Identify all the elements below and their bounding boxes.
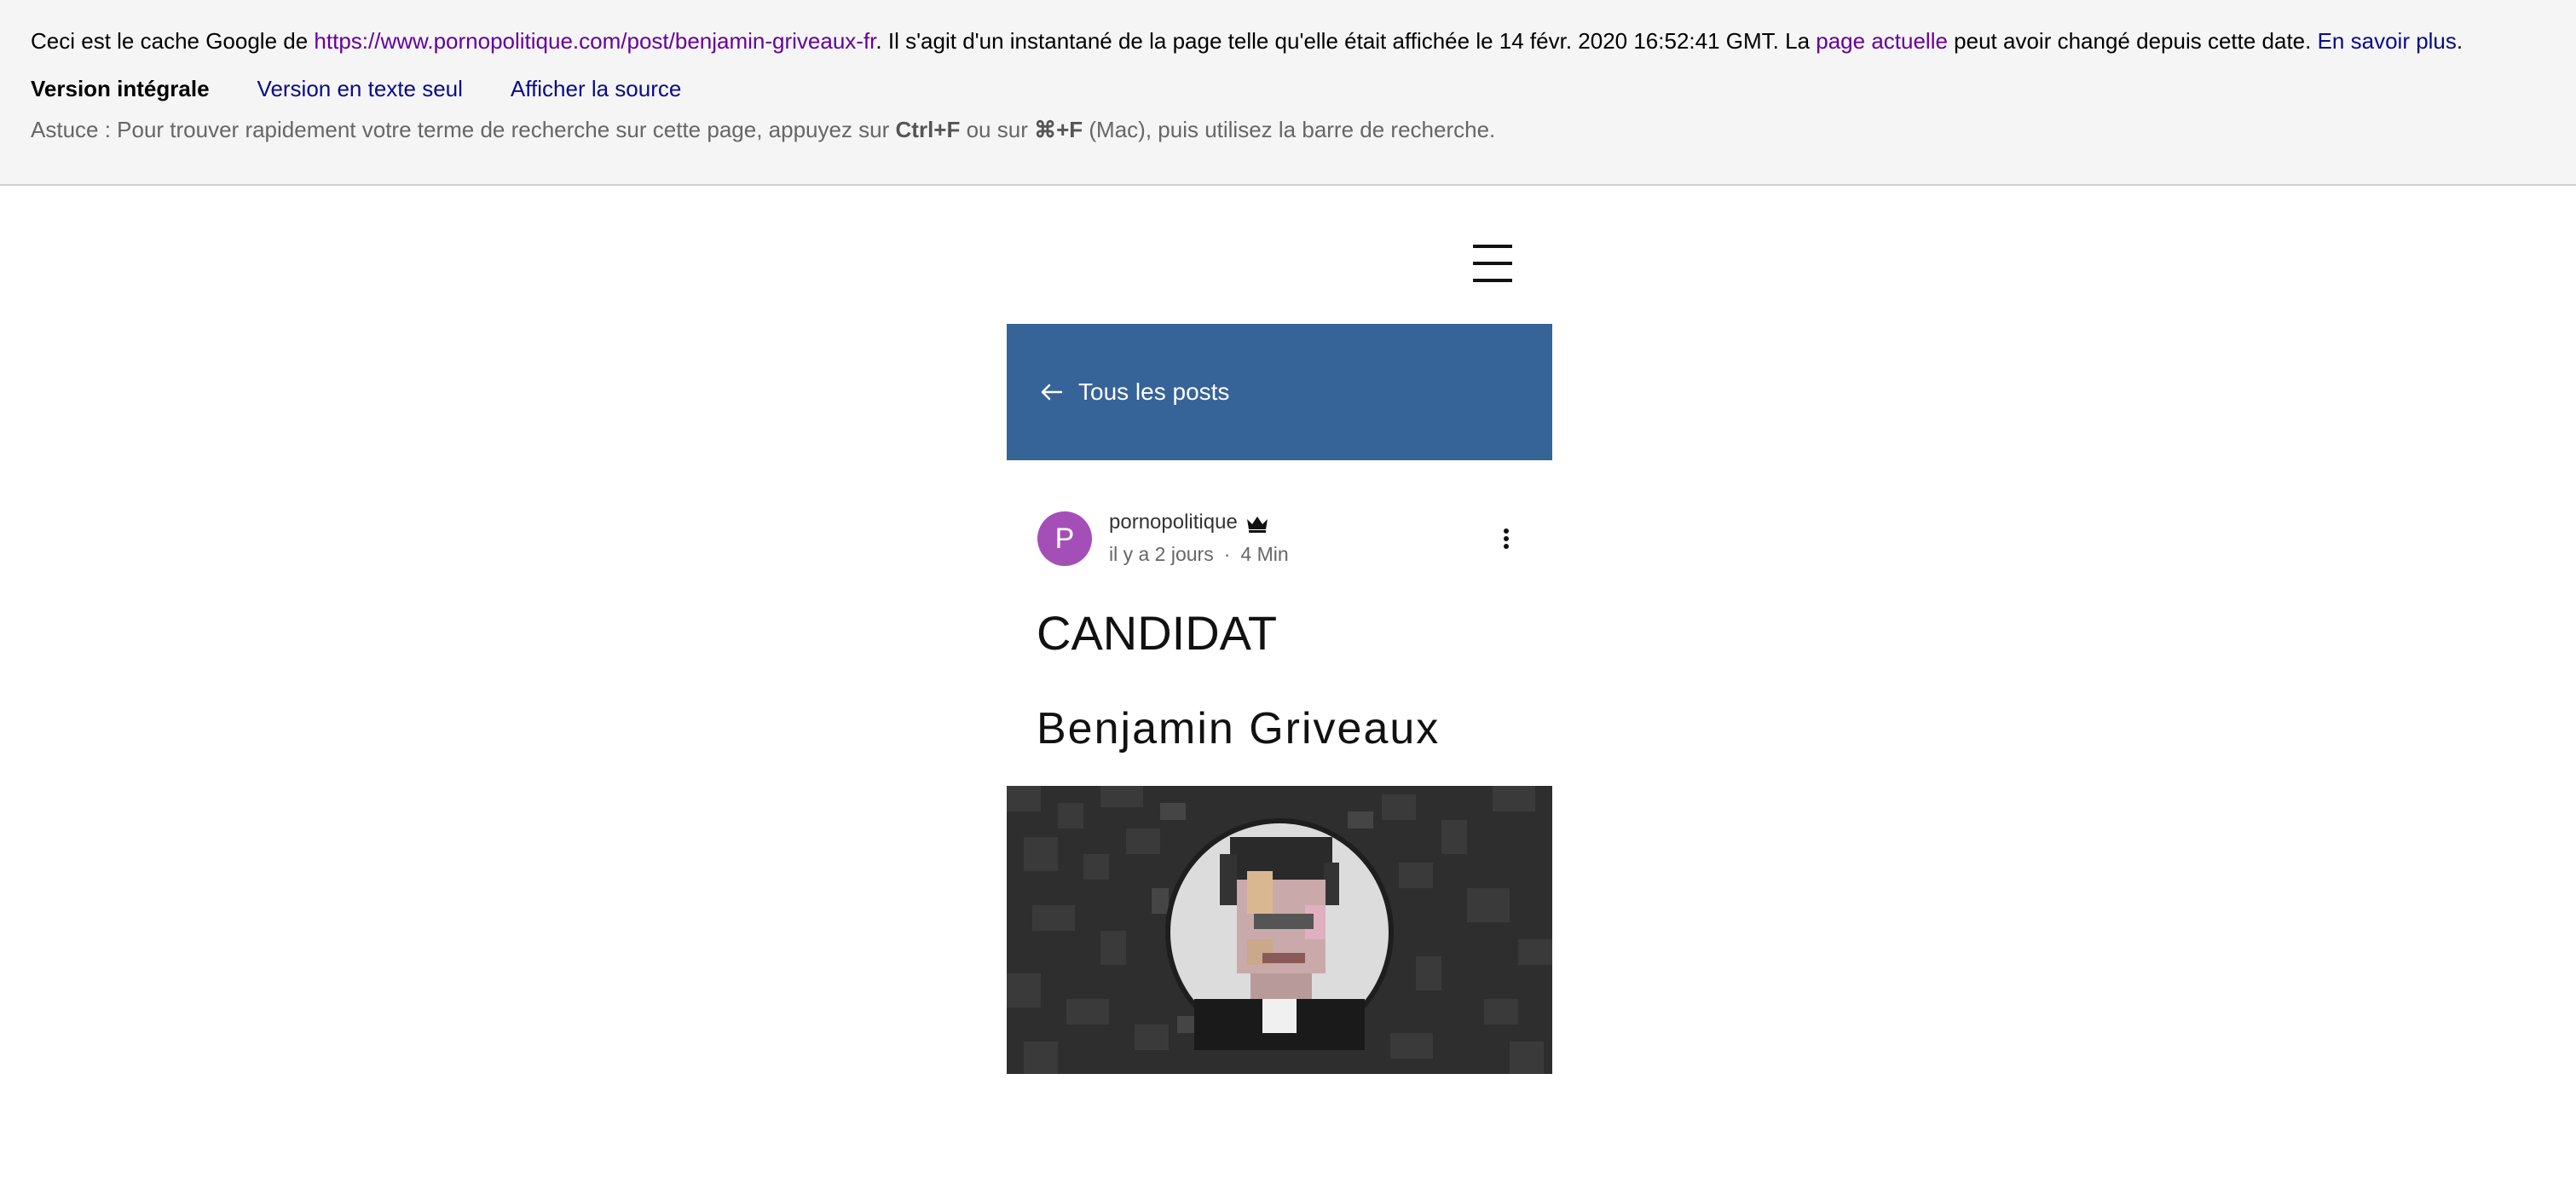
all-posts-banner[interactable]: Tous les posts	[1007, 324, 1552, 460]
all-posts-link[interactable]: Tous les posts	[1078, 375, 1229, 409]
full-version-label: Version intégrale	[31, 76, 210, 101]
tip-prefix: Astuce : Pour trouver rapidement votre t…	[31, 117, 896, 142]
post-cover-image	[1007, 786, 1552, 1074]
learn-more-link[interactable]: En savoir plus	[2318, 28, 2457, 54]
crown-icon	[1247, 517, 1268, 533]
tip-suffix: (Mac), puis utilisez la barre de recherc…	[1083, 117, 1496, 142]
arrow-left-icon	[1041, 384, 1063, 401]
author-name[interactable]: pornopolitique	[1109, 508, 1238, 537]
cache-version-links: Version intégrale Version en texte seul Af…	[31, 73, 729, 104]
view-source-link[interactable]: Afficher la source	[511, 76, 681, 101]
current-page-link[interactable]: page actuelle	[1816, 28, 1948, 54]
more-vertical-icon[interactable]	[1492, 523, 1521, 554]
cache-notice-prefix: Ceci est le cache Google de	[31, 28, 315, 54]
google-cache-banner: Ceci est le cache Google de https://www.…	[0, 0, 2576, 186]
post-meta: il y a 2 jours · 4 Min	[1109, 540, 1289, 569]
post-time-ago: il y a 2 jours	[1109, 543, 1214, 565]
meta-separator: ·	[1223, 543, 1231, 565]
post-title-line1: CANDIDAT	[1037, 606, 1278, 660]
post-title-line2: Benjamin Griveaux	[1037, 704, 1441, 753]
tip-key-cmd-f: ⌘+F	[1034, 117, 1083, 142]
text-only-version-link[interactable]: Version en texte seul	[257, 76, 463, 101]
cache-notice: Ceci est le cache Google de https://www.…	[31, 26, 2463, 56]
cache-tip: Astuce : Pour trouver rapidement votre t…	[31, 114, 1495, 145]
cache-notice-middle: . Il s'agit d'un instantané de la page t…	[875, 28, 1816, 54]
tip-key-ctrl-f: Ctrl+F	[895, 117, 961, 142]
tip-mid: ou sur	[960, 117, 1035, 142]
post-read-time: 4 Min	[1240, 543, 1289, 565]
hamburger-menu-icon[interactable]	[1473, 245, 1512, 282]
author-avatar[interactable]: P	[1037, 511, 1092, 566]
cache-notice-end: .	[2456, 28, 2463, 54]
cache-notice-suffix: peut avoir changé depuis cette date.	[1947, 28, 2318, 54]
cached-url-link[interactable]: https://www.pornopolitique.com/post/benj…	[314, 28, 875, 54]
